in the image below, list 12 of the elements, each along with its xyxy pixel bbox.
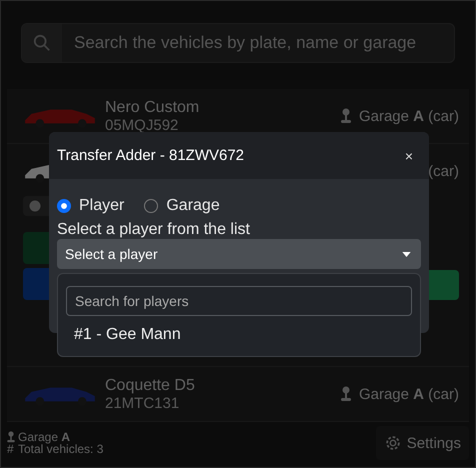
- garage-label: Garage A (car): [358, 108, 459, 124]
- vehicle-count: Total vehicles: 3: [18, 443, 104, 455]
- garage-label: (car): [428, 162, 459, 180]
- garage-name: Garage A: [18, 431, 70, 443]
- vehicle-name: Nero Custom: [105, 98, 200, 116]
- vehicle-name: Coquette D5: [105, 376, 195, 394]
- garage-label: Garage A (car): [358, 386, 459, 402]
- vehicle-plate: 21MTC131: [105, 394, 180, 412]
- hash-mark: #: [7, 443, 15, 455]
- field-label: Select a player from the list: [57, 221, 251, 239]
- vehicle-plate: 05MQJ592: [105, 116, 180, 134]
- modal-title: Transfer Adder - 81ZWV672: [57, 147, 244, 164]
